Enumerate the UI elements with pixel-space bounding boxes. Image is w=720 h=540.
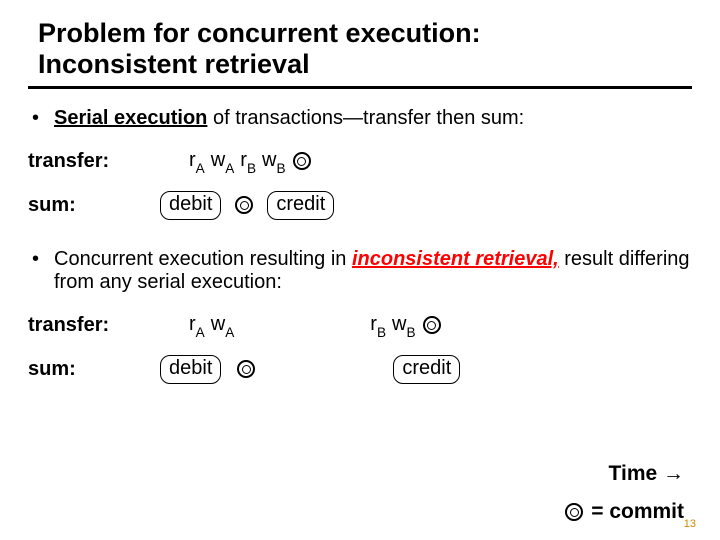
seq-sum-concurrent: debit credit — [158, 355, 462, 384]
op-wA2: w — [211, 313, 225, 335]
debit-box-2: debit — [160, 355, 221, 384]
commit-icon — [565, 503, 583, 521]
label-sum-1: sum: — [28, 194, 158, 217]
serial-execution-label: Serial execution — [54, 107, 207, 129]
credit-box: credit — [267, 191, 334, 220]
bullet2-a: Concurrent execution resulting in — [54, 248, 352, 270]
op-rB: r — [240, 149, 247, 171]
commit-icon — [423, 316, 441, 334]
op-wB2-sub: B — [406, 325, 415, 340]
commit-icon — [237, 360, 255, 378]
op-rB2: r — [370, 313, 377, 335]
op-wB-sub: B — [276, 161, 285, 176]
op-wA: w — [211, 149, 225, 171]
bullet-serial: • Serial execution of transactions—trans… — [28, 107, 692, 130]
time-arrow: Time → — [609, 462, 684, 486]
right-arrow-icon: → — [663, 462, 684, 485]
title-line-1: Problem for concurrent execution: — [38, 18, 692, 49]
credit-box-2: credit — [393, 355, 460, 384]
title-underline — [28, 86, 692, 89]
time-label: Time — [609, 462, 663, 485]
commit-eq: = commit — [591, 500, 684, 524]
op-rA: r — [189, 149, 196, 171]
title-line-2: Inconsistent retrieval — [38, 49, 692, 80]
op-wB: w — [262, 149, 276, 171]
page-number: 13 — [684, 518, 696, 530]
bullet-concurrent: • Concurrent execution resulting in inco… — [28, 248, 692, 294]
debit-box: debit — [160, 191, 221, 220]
op-wA2-sub: A — [225, 325, 234, 340]
op-wB2: w — [392, 313, 406, 335]
op-rA2-sub: A — [196, 325, 205, 340]
op-rB-sub: B — [247, 161, 256, 176]
op-rA-sub: A — [196, 161, 205, 176]
seq-sum-serial: debit credit — [158, 191, 336, 220]
inconsistent-retrieval: inconsistent retrieval, — [352, 248, 559, 270]
bullet-dot: • — [28, 248, 54, 294]
op-rB2-sub: B — [377, 325, 386, 340]
label-sum-2: sum: — [28, 358, 158, 381]
label-transfer-1: transfer: — [28, 150, 158, 173]
bullet-dot: • — [28, 107, 54, 130]
bullet1-rest: of transactions—transfer then sum: — [207, 107, 524, 129]
commit-icon — [235, 196, 253, 214]
op-rA2: r — [189, 313, 196, 335]
op-wA-sub: A — [225, 161, 234, 176]
commit-legend: = commit — [561, 500, 684, 524]
seq-transfer-serial: rA wA rB wB — [158, 149, 315, 174]
label-transfer-2: transfer: — [28, 314, 158, 337]
seq-transfer-concurrent: rA wA rB wB — [158, 313, 445, 338]
commit-icon — [293, 152, 311, 170]
